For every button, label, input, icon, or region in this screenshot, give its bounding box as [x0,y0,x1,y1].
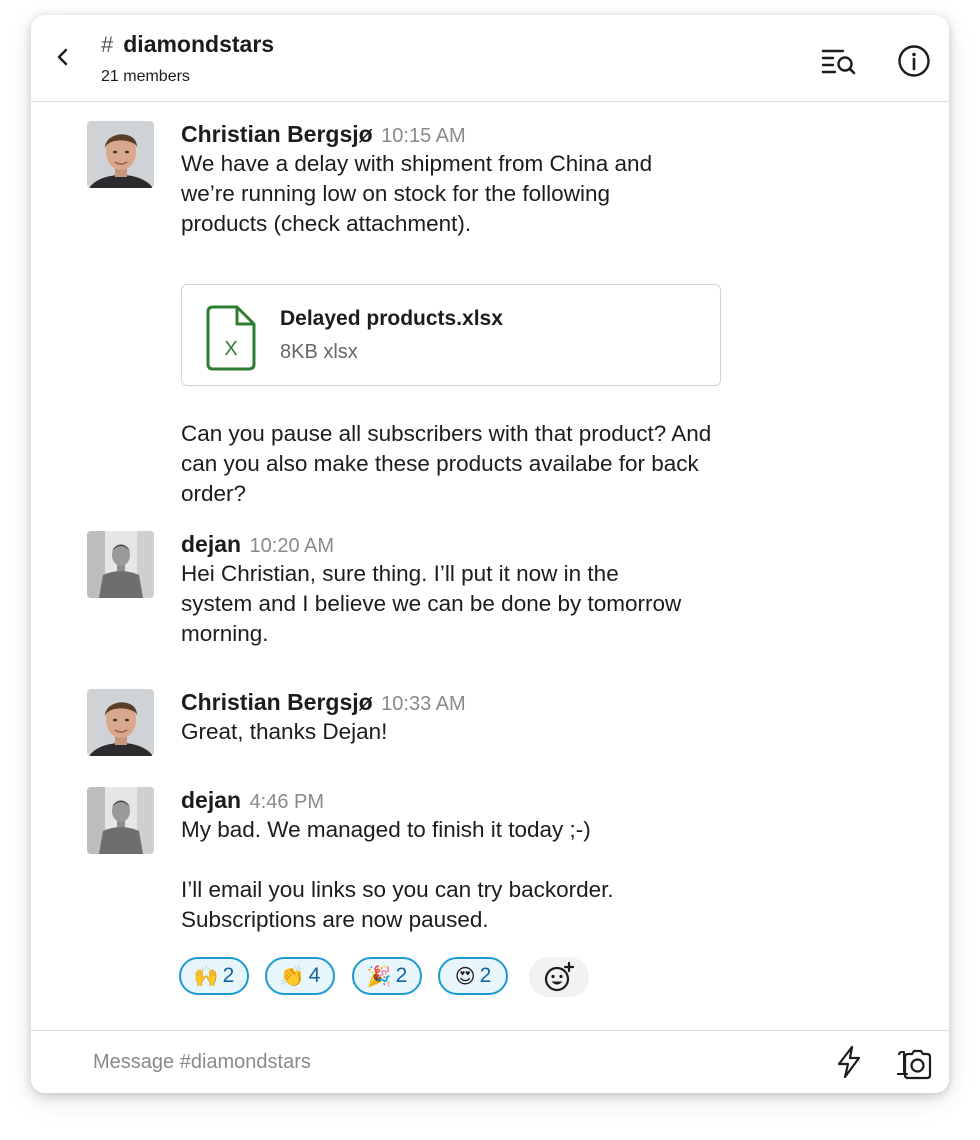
message-paragraph: I’ll email you links so you can try back… [181,877,614,932]
shortcuts-button[interactable] [835,1045,863,1079]
message-header: Christian Bergsjø 10:33 AM [181,687,781,717]
info-icon [898,45,930,77]
reaction-party-popper[interactable]: 🎉 2 [352,957,422,995]
file-name: Delayed products.xlsx [280,307,503,330]
sender-name[interactable]: dejan [181,531,241,557]
file-icon-letter: X [224,338,237,360]
reaction-count: 4 [308,964,321,987]
message-text: We have a delay with shipment from China… [181,149,701,239]
channel-header: # diamondstars 21 members [31,15,949,102]
message-header: Christian Bergsjø 10:15 AM [181,119,781,149]
message-composer [31,1030,949,1093]
message-time[interactable]: 4:46 PM [250,791,324,813]
message-header: dejan 10:20 AM [181,529,781,559]
members-count[interactable]: 21 members [101,68,190,86]
message-paragraph: We have a delay with shipment from China… [181,151,653,236]
reaction-clapping-hands[interactable]: 👏 4 [265,957,335,995]
camera-icon [897,1049,932,1080]
message-paragraph: Great, thanks Dejan! [181,719,388,744]
message-text: Hei Christian, sure thing. I’ll put it n… [181,559,691,649]
channel-hash: # [101,32,114,57]
avatar-dejan-photo [87,787,154,854]
channel-name: diamondstars [123,31,275,57]
message-body: dejan 10:20 AM Hei Christian, sure thing… [181,529,781,649]
file-attachment[interactable]: X Delayed products.xlsx 8KB xlsx [181,284,721,386]
message-text-continued: Can you pause all subscribers with that … [181,421,712,506]
channel-title[interactable]: # diamondstars [101,31,274,58]
file-meta: 8KB xlsx [280,341,358,363]
avatar-christian[interactable] [87,121,154,188]
message-time[interactable]: 10:33 AM [381,693,466,715]
reaction-raised-hands[interactable]: 🙌 2 [179,957,249,995]
message-text: My bad. We managed to finish it today ;-… [181,815,691,935]
message-paragraph: Hei Christian, sure thing. I’ll put it n… [181,561,682,646]
avatar-dejan[interactable] [87,787,154,854]
back-button[interactable] [51,45,75,69]
avatar-christian[interactable] [87,689,154,756]
raised-hands-emoji: 🙌 [193,964,219,988]
avatar-dejan-photo [87,531,154,598]
message-text: Great, thanks Dejan! [181,717,781,747]
message-body: Christian Bergsjø 10:33 AM Great, thanks… [181,687,781,747]
avatar-christian-photo [87,689,154,756]
message-time[interactable]: 10:15 AM [381,125,466,147]
avatar-christian-photo [87,121,154,188]
sender-name[interactable]: dejan [181,787,241,813]
chat-window: # diamondstars 21 members Christian Berg… [31,15,949,1093]
message-header: dejan 4:46 PM [181,785,781,815]
reaction-heart-eyes[interactable]: 😍 2 [438,957,508,995]
add-reaction-button[interactable] [529,957,589,997]
message-paragraph: My bad. We managed to finish it today ;-… [181,817,591,842]
clapping-hands-emoji: 👏 [279,964,305,988]
reaction-count: 2 [479,964,492,987]
message-list: Christian Bergsjø 10:15 AM We have a del… [31,102,949,1030]
heart-eyes-emoji: 😍 [454,964,476,988]
avatar-dejan[interactable] [87,531,154,598]
chevron-left-icon [57,48,68,66]
channel-info-button[interactable] [897,44,931,78]
camera-button[interactable] [895,1046,933,1080]
sender-name[interactable]: Christian Bergsjø [181,689,373,715]
message-body: Christian Bergsjø 10:15 AM We have a del… [181,119,781,239]
add-emoji-icon [544,961,575,992]
reaction-count: 2 [395,964,408,987]
reaction-count: 2 [222,964,235,987]
channel-search-button[interactable] [821,45,857,77]
sender-name[interactable]: Christian Bergsjø [181,121,373,147]
lightning-icon [837,1045,861,1079]
party-popper-emoji: 🎉 [366,964,392,988]
message-time[interactable]: 10:20 AM [250,535,335,557]
message-body: dejan 4:46 PM My bad. We managed to fini… [181,785,781,935]
message-input[interactable] [91,1043,795,1081]
channel-search-icon [821,49,856,75]
spreadsheet-file-icon: X [206,305,256,371]
